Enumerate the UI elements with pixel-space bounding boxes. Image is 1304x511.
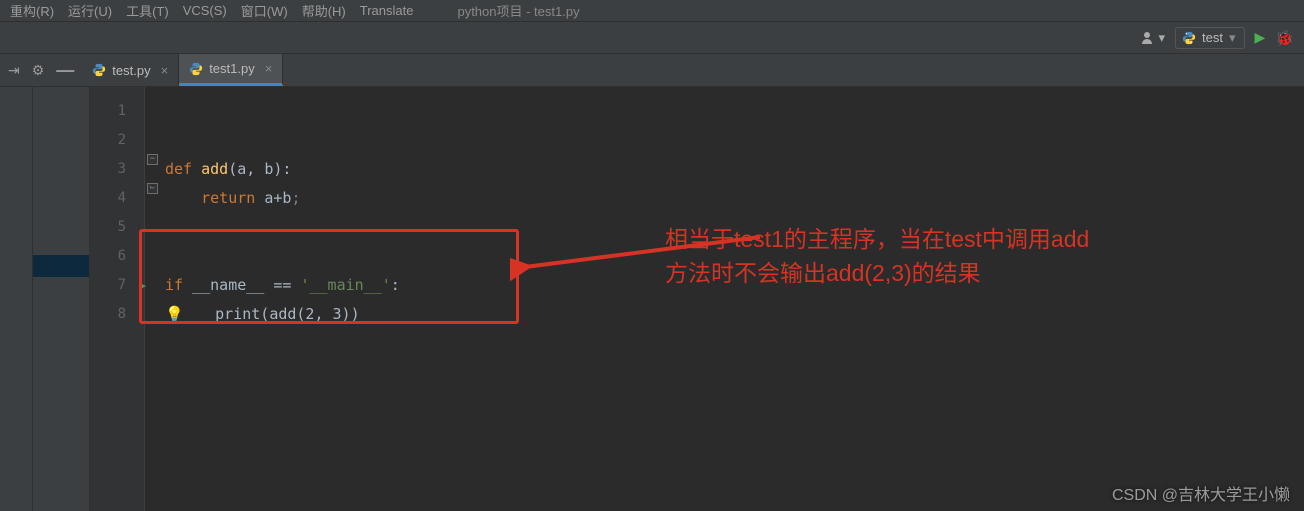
tab-label: test1.py: [209, 61, 255, 76]
code-line: −def add(a, b):: [145, 155, 1304, 184]
annotation-line1: 相当于test1的主程序，当在test中调用add: [665, 222, 1089, 256]
line-number: 5: [90, 213, 144, 242]
minus-icon[interactable]: —: [56, 60, 74, 81]
code-line: [145, 126, 1304, 155]
run-button[interactable]: ▶: [1255, 29, 1266, 46]
line-number: 1: [90, 97, 144, 126]
line-gutter: 1 2 3 4 5 6 7 8: [90, 87, 145, 511]
editor-tabs: ⇥ ⚙ — test.py × test1.py ×: [0, 54, 1304, 87]
line-number: 8: [90, 300, 144, 329]
python-icon: [1182, 31, 1196, 45]
annotation-line2: 方法时不会输出add(2,3)的结果: [665, 256, 1089, 290]
run-config-selector[interactable]: test ▾: [1175, 27, 1245, 49]
code-line: [145, 97, 1304, 126]
menu-bar: 重构(R) 运行(U) 工具(T) VCS(S) 窗口(W) 帮助(H) Tra…: [0, 0, 1304, 22]
main-area: 1 2 3 4 5 6 7 8 −def add(a, b): ⌙ return…: [0, 87, 1304, 511]
menu-vcs[interactable]: VCS(S): [183, 3, 227, 18]
project-selection: [33, 255, 89, 277]
line-number: 7: [90, 271, 144, 300]
chevron-down-icon: ▾: [1159, 30, 1166, 46]
code-line: ⌙ return a+b;: [145, 184, 1304, 213]
line-number: 3: [90, 155, 144, 184]
tab-label: test.py: [112, 63, 150, 78]
tab-test1-py[interactable]: test1.py ×: [179, 54, 283, 86]
run-config-label: test: [1202, 30, 1223, 45]
tab-tools: ⇥ ⚙ —: [0, 54, 82, 86]
menu-refactor[interactable]: 重构(R): [10, 1, 54, 20]
user-icon[interactable]: ▾: [1141, 30, 1166, 46]
close-icon[interactable]: ×: [161, 63, 169, 78]
fold-icon[interactable]: −: [147, 154, 158, 165]
fold-icon[interactable]: ⌙: [147, 183, 158, 194]
chevron-down-icon: ▾: [1229, 30, 1236, 46]
python-icon: [189, 62, 203, 76]
close-icon[interactable]: ×: [265, 61, 273, 76]
tool-window-strip[interactable]: [0, 87, 33, 511]
tab-test-py[interactable]: test.py ×: [82, 54, 179, 86]
collapse-icon[interactable]: ⇥: [8, 62, 20, 79]
line-number: 4: [90, 184, 144, 213]
menu-tools[interactable]: 工具(T): [126, 1, 169, 20]
annotation-text: 相当于test1的主程序，当在test中调用add 方法时不会输出add(2,3…: [665, 222, 1089, 290]
lightbulb-icon[interactable]: 💡: [165, 300, 179, 329]
top-toolbar: ▾ test ▾ ▶ 🐞: [0, 22, 1304, 54]
code-line: 💡 print(add(2, 3)): [145, 300, 1304, 329]
menu-help[interactable]: 帮助(H): [302, 1, 346, 20]
menu-run[interactable]: 运行(U): [68, 1, 112, 20]
code-editor[interactable]: 1 2 3 4 5 6 7 8 −def add(a, b): ⌙ return…: [90, 87, 1304, 511]
gear-icon[interactable]: ⚙: [32, 62, 45, 79]
project-panel[interactable]: [33, 87, 90, 511]
code-area[interactable]: −def add(a, b): ⌙ return a+b; if __name_…: [145, 87, 1304, 511]
menu-window[interactable]: 窗口(W): [241, 1, 288, 20]
debug-button[interactable]: 🐞: [1275, 29, 1294, 47]
line-number: 2: [90, 126, 144, 155]
python-icon: [92, 63, 106, 77]
watermark: CSDN @吉林大学王小懒: [1112, 481, 1290, 505]
line-number: 6: [90, 242, 144, 271]
menu-translate[interactable]: Translate: [360, 3, 414, 18]
breadcrumb: python项目 - test1.py: [457, 1, 579, 20]
